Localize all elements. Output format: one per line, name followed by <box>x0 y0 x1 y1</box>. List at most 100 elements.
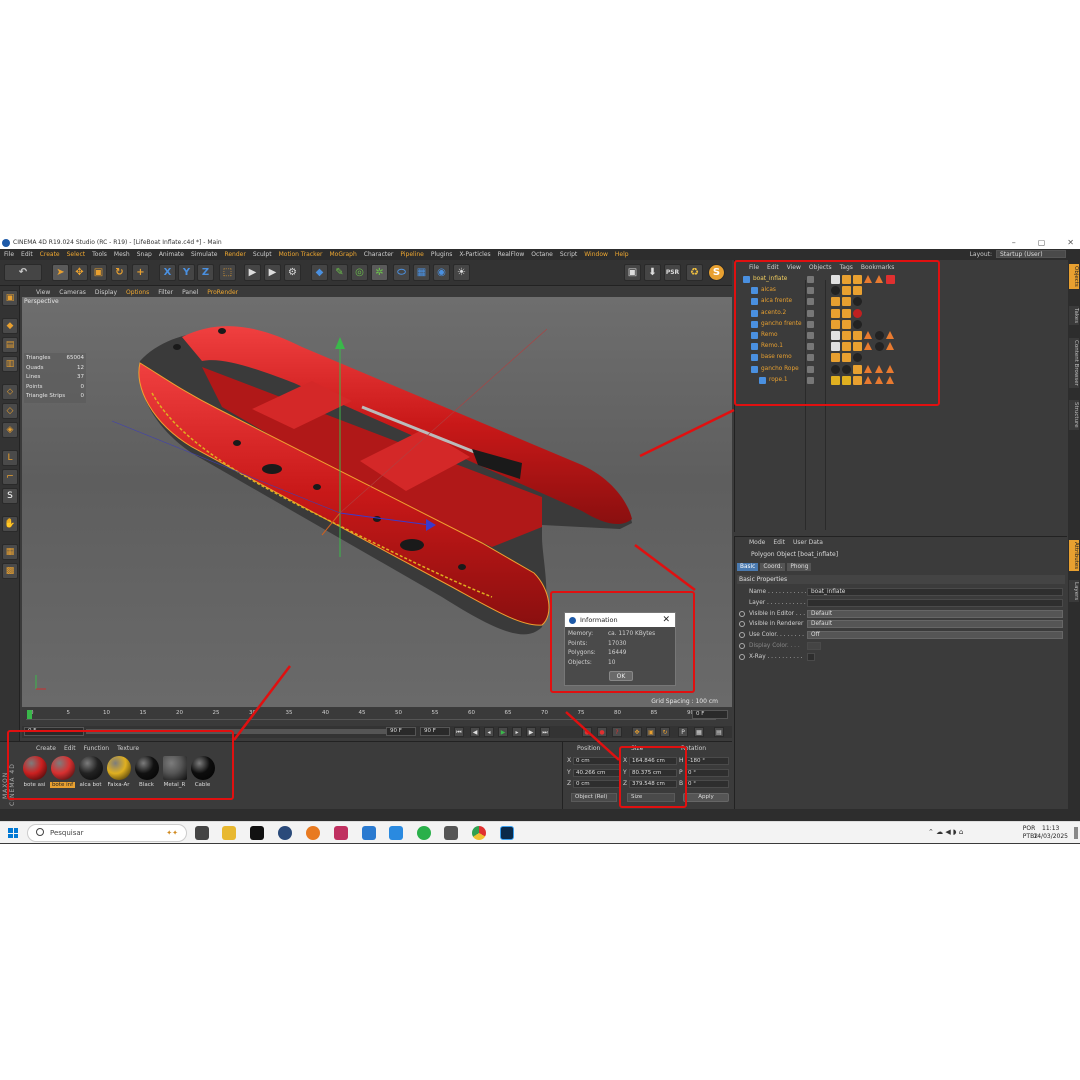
attr-radio-icon[interactable] <box>739 610 745 617</box>
menu-create[interactable]: Create <box>40 251 60 258</box>
menu-snap[interactable]: Snap <box>137 251 152 258</box>
scale-tool-icon[interactable]: ▣ <box>90 264 107 281</box>
menu-mesh[interactable]: Mesh <box>114 251 130 258</box>
cinema4d-taskbar-icon[interactable] <box>278 826 292 840</box>
attr-value-field[interactable] <box>807 598 1063 607</box>
menu-file[interactable]: File <box>4 251 14 258</box>
prev-frame-icon[interactable]: ◂ <box>484 727 494 737</box>
rotation-b-field[interactable]: 0 ° <box>685 780 729 788</box>
select-tool-icon[interactable]: ➤ <box>52 264 69 281</box>
workplane-icon[interactable]: ▥ <box>2 356 18 372</box>
deformer-icon[interactable]: ⬭ <box>393 264 410 281</box>
close-icon[interactable]: ✕ <box>662 615 670 625</box>
ok-button[interactable]: OK <box>609 671 633 681</box>
menu-edit[interactable]: Edit <box>21 251 33 258</box>
position-x-field[interactable]: 0 cm <box>573 757 621 765</box>
attr-radio-icon[interactable] <box>739 643 745 649</box>
coord-mode-select[interactable]: Object (Rel) <box>571 793 617 802</box>
attr-dropdown[interactable]: Off <box>807 631 1063 640</box>
x-axis-icon[interactable]: X <box>159 264 176 281</box>
timeline-window-icon[interactable]: ▤ <box>714 727 724 737</box>
menu-script[interactable]: Script <box>560 251 577 258</box>
y-axis-icon[interactable]: Y <box>178 264 195 281</box>
taskbar-search[interactable]: Pesquisar ✦✦ <box>27 824 187 842</box>
array-icon[interactable]: ✲ <box>371 264 388 281</box>
model-mode-icon[interactable]: ◆ <box>2 318 18 334</box>
menu-tools[interactable]: Tools <box>92 251 107 258</box>
side-tab-structure[interactable]: Structure <box>1069 400 1079 430</box>
attr-radio-icon[interactable] <box>739 632 745 639</box>
key-param-icon[interactable]: P <box>678 727 688 737</box>
menu-character[interactable]: Character <box>364 251 394 258</box>
attr-radio-icon[interactable] <box>739 621 745 628</box>
minimize-icon[interactable]: – <box>1012 238 1016 247</box>
key-pla-icon[interactable]: ▦ <box>694 727 704 737</box>
viewport-menu-cameras[interactable]: Cameras <box>59 289 86 296</box>
position-z-field[interactable]: 0 cm <box>573 780 621 788</box>
layout-select[interactable]: Startup (User) <box>996 250 1066 258</box>
menu-sculpt[interactable]: Sculpt <box>253 251 272 258</box>
menu-realflow[interactable]: RealFlow <box>498 251 525 258</box>
photoshop-icon[interactable] <box>500 826 514 840</box>
windows-start-icon[interactable] <box>8 828 18 838</box>
viewport-menu-filter[interactable]: Filter <box>158 289 173 296</box>
menu-render[interactable]: Render <box>224 251 245 258</box>
keyframe-selection-icon[interactable]: ? <box>612 727 622 737</box>
texture-mode-icon[interactable]: ▤ <box>2 337 18 353</box>
attribute-menu-edit[interactable]: Edit <box>773 539 785 546</box>
system-tray-icons[interactable]: ⌃ ☁ ◀ ◗ ⌂ <box>928 828 963 836</box>
taskbar-clock[interactable]: 11:13 14/03/2025 <box>1033 825 1068 841</box>
viewport-menu-options[interactable]: Options <box>126 289 149 296</box>
render-picture-viewer-icon[interactable]: ▶ <box>264 264 281 281</box>
psr-icon[interactable]: PSR <box>664 264 681 281</box>
tweak-mode-icon[interactable]: ⌐ <box>2 469 18 485</box>
menu-pipeline[interactable]: Pipeline <box>400 251 423 258</box>
recycle-icon[interactable]: ♻ <box>686 264 703 281</box>
side-tab-takes[interactable]: Takes <box>1069 306 1079 326</box>
end-field-2[interactable]: 90 F <box>420 727 450 736</box>
menu-simulate[interactable]: Simulate <box>191 251 218 258</box>
points-mode-icon[interactable]: ⬦ <box>2 384 18 400</box>
chrome-icon[interactable] <box>472 826 486 840</box>
menu-help[interactable]: Help <box>615 251 629 258</box>
playhead[interactable] <box>27 710 32 719</box>
close-icon[interactable]: ✕ <box>1067 238 1074 247</box>
attr-value-field[interactable]: boat_inflate <box>807 588 1063 596</box>
tab-coord[interactable]: Coord. <box>760 563 786 571</box>
file-explorer-icon[interactable] <box>222 826 236 840</box>
menu-animate[interactable]: Animate <box>159 251 184 258</box>
go-end-icon[interactable]: ⏭ <box>540 727 550 737</box>
maximize-icon[interactable]: ▢ <box>1038 238 1046 247</box>
play-icon[interactable]: ▶ <box>498 727 508 737</box>
menu-select[interactable]: Select <box>67 251 86 258</box>
app-heart-icon[interactable] <box>334 826 348 840</box>
apply-button[interactable]: Apply <box>683 793 729 802</box>
magnet-icon[interactable]: ✋ <box>2 516 18 532</box>
axis-mode-icon[interactable]: L <box>2 450 18 466</box>
menu-plugins[interactable]: Plugins <box>431 251 453 258</box>
coordinate-system-icon[interactable]: ⬚ <box>219 264 236 281</box>
render-settings-icon[interactable]: ⚙ <box>284 264 301 281</box>
key-position-icon[interactable]: ✥ <box>632 727 642 737</box>
lock-workplane-icon[interactable]: ▩ <box>2 563 18 579</box>
menu-octane[interactable]: Octane <box>531 251 553 258</box>
tab-basic[interactable]: Basic <box>737 563 759 571</box>
menu-motion-tracker[interactable]: Motion Tracker <box>279 251 323 258</box>
cube-icon[interactable]: ◆ <box>311 264 328 281</box>
pen-icon[interactable]: ✎ <box>331 264 348 281</box>
calculator-icon[interactable] <box>444 826 458 840</box>
task-view-icon[interactable] <box>195 826 209 840</box>
download-icon[interactable]: ⬇ <box>644 264 661 281</box>
viewport-menu-view[interactable]: View <box>36 289 50 296</box>
menu-window[interactable]: Window <box>584 251 608 258</box>
blender-icon[interactable] <box>306 826 320 840</box>
autokey-icon[interactable]: ● <box>597 727 607 737</box>
next-frame-icon[interactable]: ▸ <box>512 727 522 737</box>
attribute-menu-mode[interactable]: Mode <box>749 539 765 546</box>
recent-tool-icon[interactable]: + <box>132 264 149 281</box>
side-tab-attributes[interactable]: Attributes <box>1069 540 1079 572</box>
make-editable-icon[interactable]: ▣ <box>2 290 18 306</box>
notification-icon[interactable] <box>1074 827 1078 839</box>
attr-radio-icon[interactable] <box>739 653 745 660</box>
undo-icon[interactable]: ↶ <box>4 264 42 281</box>
